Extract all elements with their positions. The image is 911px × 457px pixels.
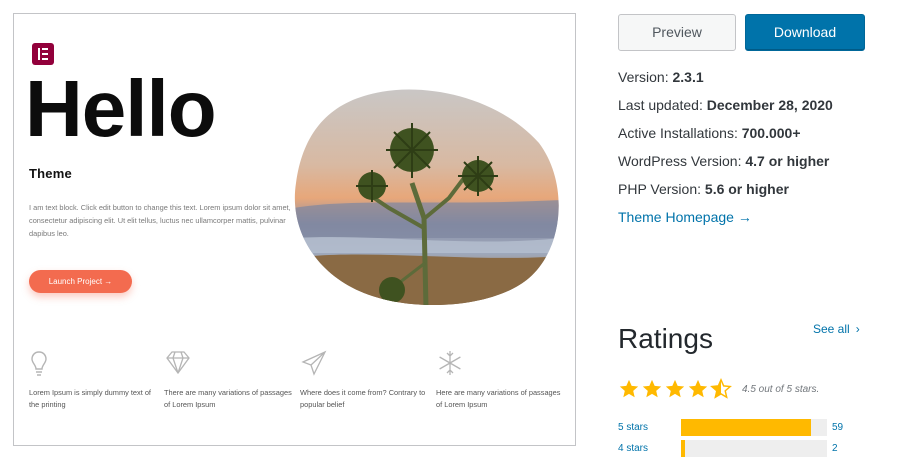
rating-bar-fill — [681, 440, 686, 457]
php-version-value: 5.6 or higher — [704, 181, 789, 197]
installs-row: Active Installations: 700.000+ — [618, 119, 833, 147]
version-row: Version: 2.3.1 — [618, 63, 833, 91]
hero-text: I am text block. Click edit button to ch… — [29, 203, 291, 238]
elementor-logo-icon — [32, 43, 54, 65]
star-half-icon — [710, 378, 732, 399]
version-label: Version: — [618, 69, 669, 85]
rating-bar-fill — [681, 419, 811, 436]
rating-row-count[interactable]: 59 — [832, 422, 843, 433]
rating-row-label[interactable]: 5 stars — [618, 422, 648, 433]
rating-row-count[interactable]: 2 — [832, 443, 838, 454]
installs-value: 700.000+ — [741, 125, 801, 141]
php-version-row: PHP Version: 5.6 or higher — [618, 175, 833, 203]
rating-bar-track — [681, 419, 827, 436]
theme-meta: Version: 2.3.1 Last updated: December 28… — [618, 63, 833, 231]
download-button[interactable]: Download — [745, 14, 865, 51]
version-value: 2.3.1 — [672, 69, 704, 85]
star-full-icon — [665, 379, 685, 398]
paper-plane-icon — [301, 350, 327, 376]
snowflake-icon — [439, 351, 461, 375]
rating-bar-track — [681, 440, 827, 457]
star-full-icon — [688, 379, 708, 398]
star-full-icon — [642, 379, 662, 398]
feature-2-text: There are many variations of passages of… — [164, 388, 292, 409]
feature-1: Lorem Ipsum is simply dummy text of the … — [29, 349, 159, 411]
rating-summary: 4.5 out of 5 stars. — [742, 383, 820, 395]
hero-subtitle: Theme — [29, 166, 72, 181]
see-all-link[interactable]: See all › — [813, 322, 860, 336]
feature-2: There are many variations of passages of… — [164, 349, 294, 411]
theme-homepage-link[interactable]: Theme Homepage → — [618, 209, 752, 225]
feature-4: Here are many variations of passages of … — [436, 349, 566, 411]
wp-version-value: 4.7 or higher — [745, 153, 830, 169]
star-rating: 4.5 out of 5 stars. — [618, 378, 819, 400]
wp-version-label: WordPress Version: — [618, 153, 742, 169]
feature-3-text: Where does it come from? Contrary to pop… — [300, 388, 426, 409]
preview-button[interactable]: Preview — [618, 14, 736, 51]
launch-project-button: Launch Project → — [29, 270, 132, 293]
updated-value: December 28, 2020 — [706, 97, 833, 113]
feature-3: Where does it come from? Contrary to pop… — [300, 349, 430, 411]
updated-label: Last updated: — [618, 97, 703, 113]
feature-1-text: Lorem Ipsum is simply dummy text of the … — [29, 388, 151, 409]
hero-title: Hello — [25, 64, 217, 153]
lightbulb-icon — [31, 351, 47, 376]
wp-version-row: WordPress Version: 4.7 or higher — [618, 147, 833, 175]
installs-label: Active Installations: — [618, 125, 738, 141]
diamond-icon — [166, 351, 190, 375]
theme-screenshot: Hello Theme I am text block. Click edit … — [13, 13, 576, 446]
thistle-photo — [294, 89, 559, 305]
chevron-right-icon: › — [855, 322, 860, 336]
rating-row-label[interactable]: 4 stars — [618, 443, 648, 454]
php-version-label: PHP Version: — [618, 181, 702, 197]
homepage-row: Theme Homepage → — [618, 203, 833, 231]
feature-4-text: Here are many variations of passages of … — [436, 388, 561, 409]
ratings-heading: Ratings — [618, 323, 713, 354]
updated-row: Last updated: December 28, 2020 — [618, 91, 833, 119]
rating-row-5-stars[interactable]: 5 stars 59 — [618, 419, 848, 436]
rating-row-4-stars[interactable]: 4 stars 2 — [618, 440, 848, 457]
see-all-label: See all — [813, 322, 850, 336]
star-full-icon — [619, 379, 639, 398]
